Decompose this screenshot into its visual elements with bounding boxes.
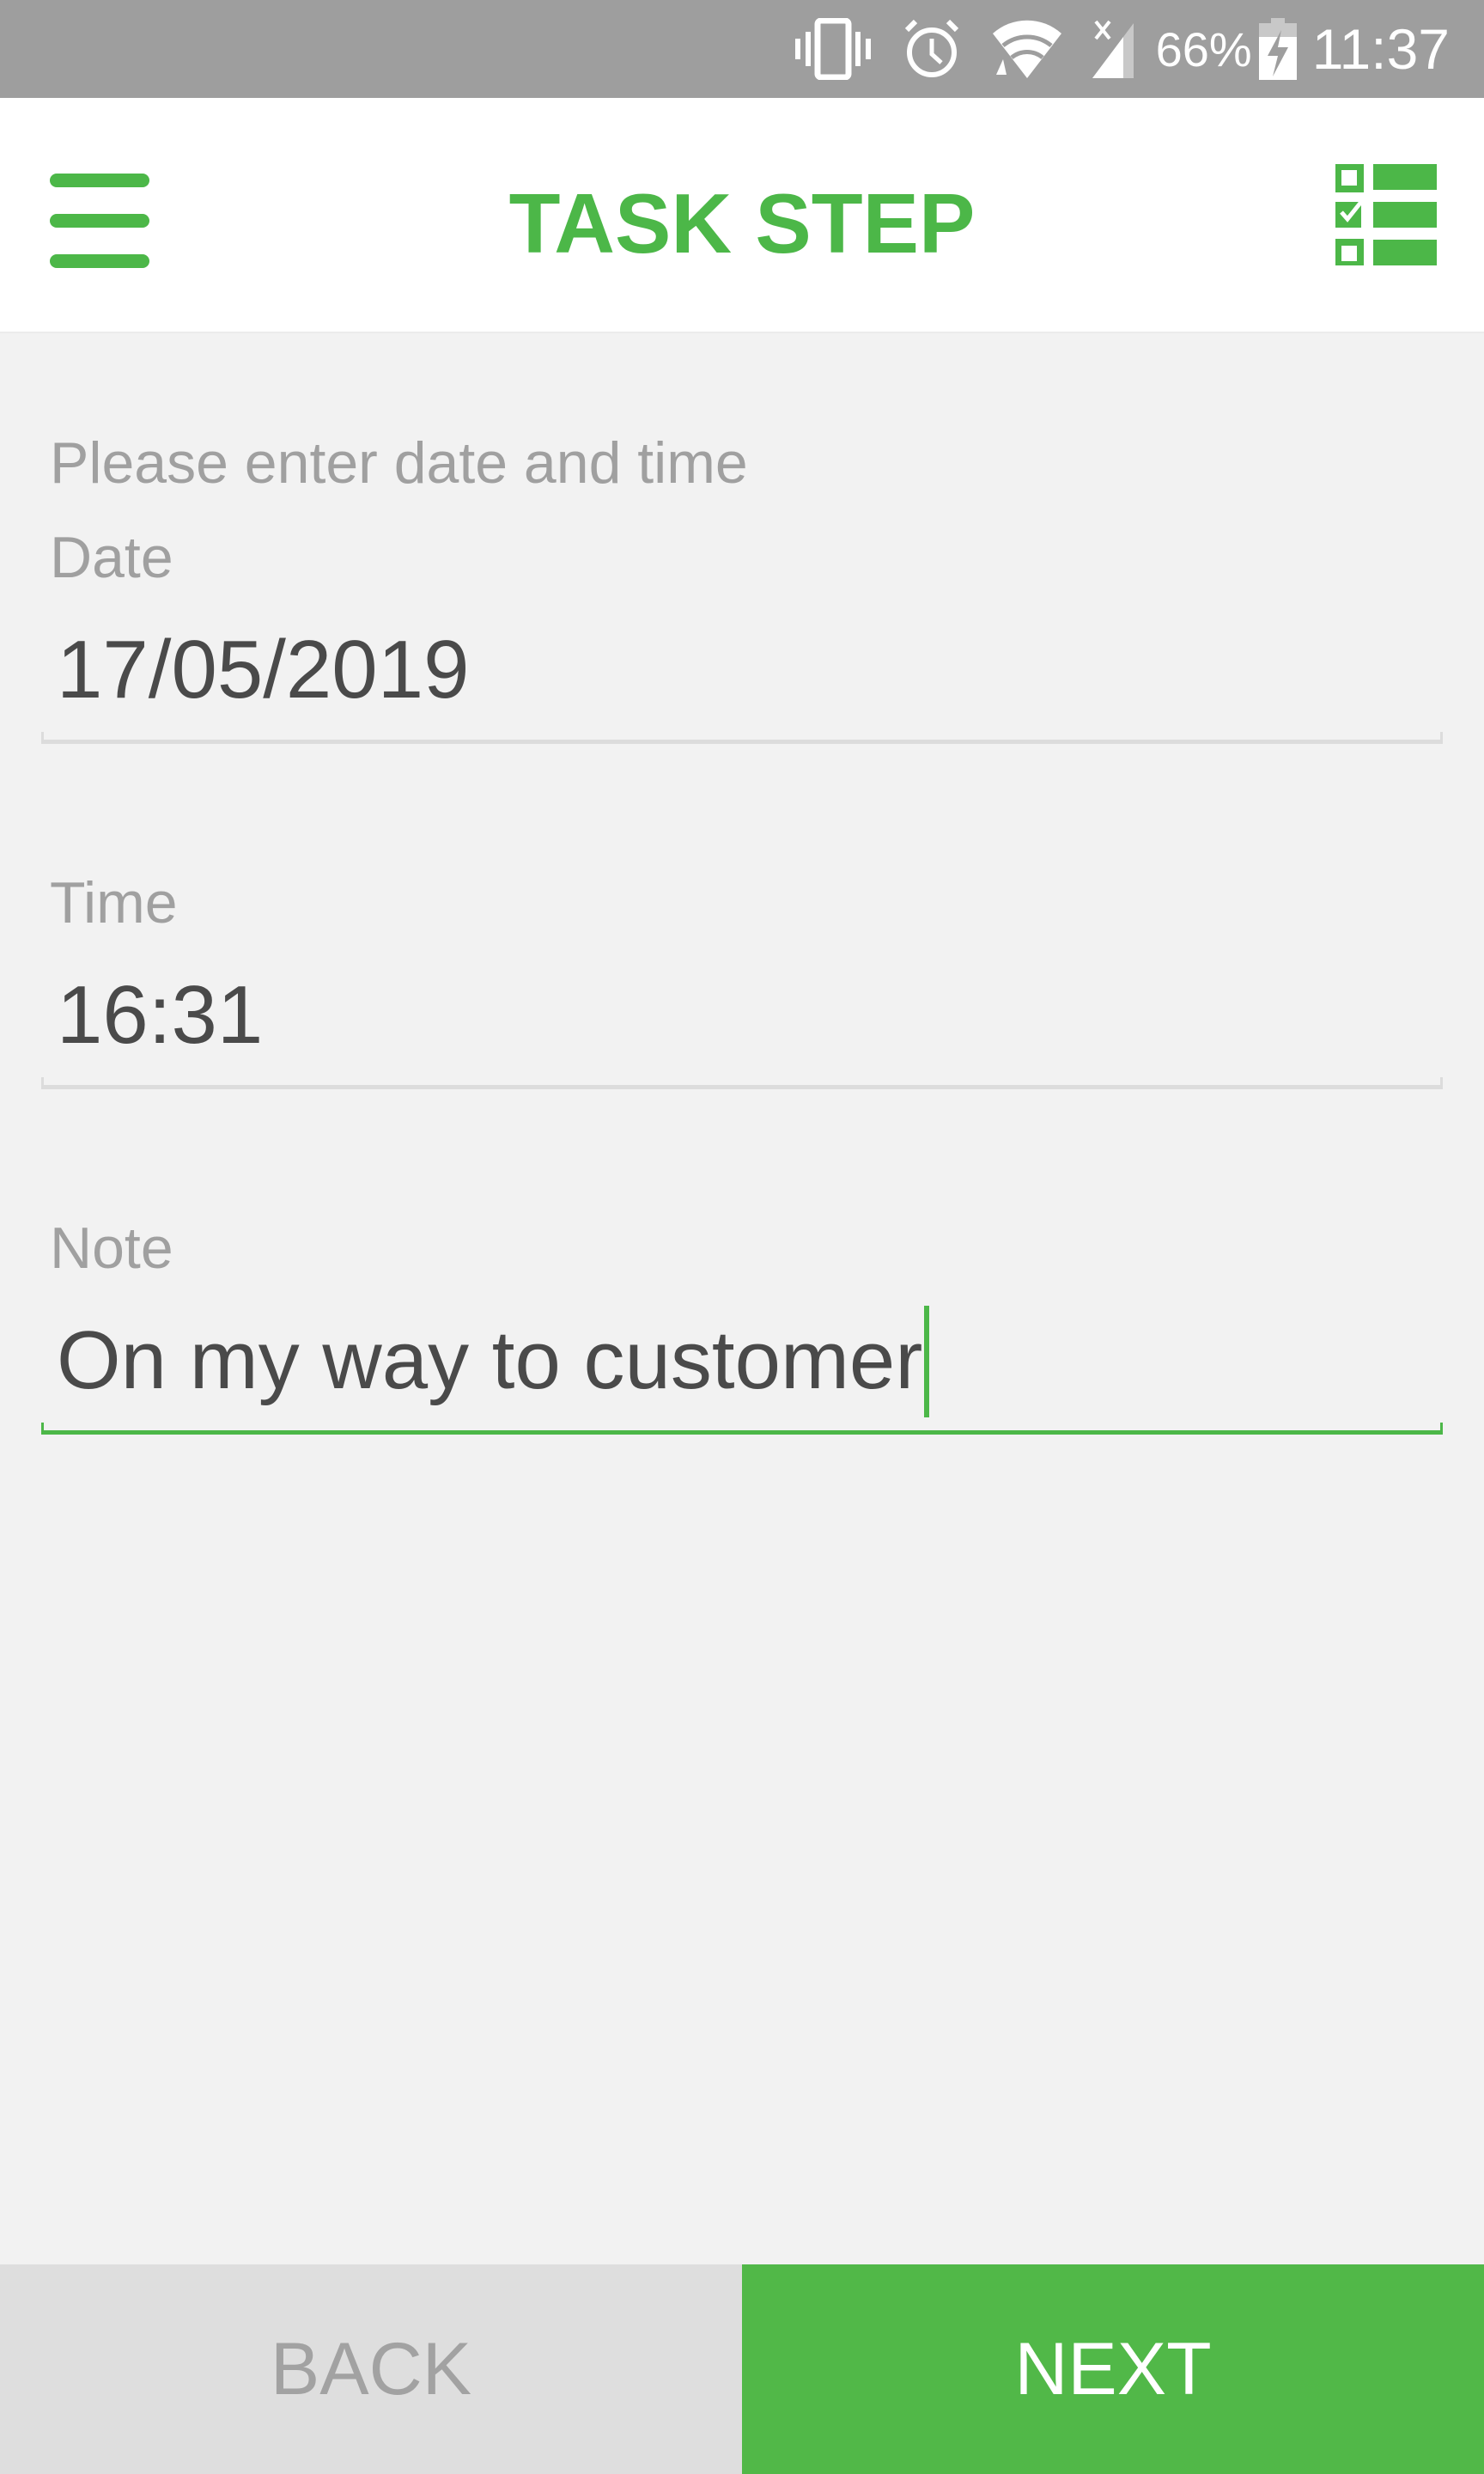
note-field-underline [41,1423,1443,1435]
alarm-icon [902,18,962,80]
date-label: Date [50,525,173,590]
back-button[interactable]: BACK [0,2264,742,2474]
note-label: Note [50,1216,173,1281]
cell-signal-no-data-icon [1092,18,1135,80]
checklist-button[interactable] [1335,163,1437,268]
battery-charging-icon [1258,18,1297,80]
checklist-icon [1335,163,1437,268]
next-button[interactable]: NEXT [742,2264,1484,2474]
text-cursor [924,1306,929,1417]
date-field-underline [41,732,1443,744]
bottom-button-bar: BACK NEXT [0,2264,1484,2474]
battery-percent: 66% [1155,21,1252,76]
note-value: On my way to customer [57,1314,923,1406]
status-bar: 66% 11:37 [0,0,1484,98]
vibrate-icon [794,18,873,80]
time-value: 16:31 [57,969,264,1061]
form-prompt: Please enter date and time [50,430,748,496]
app-bar: TASK STEP [0,98,1484,333]
time-label: Time [50,870,178,935]
wifi-icon [991,18,1063,80]
time-field-underline [41,1077,1443,1089]
page-title: TASK STEP [508,176,976,271]
date-value: 17/05/2019 [57,624,470,716]
status-clock: 11:37 [1311,17,1450,81]
